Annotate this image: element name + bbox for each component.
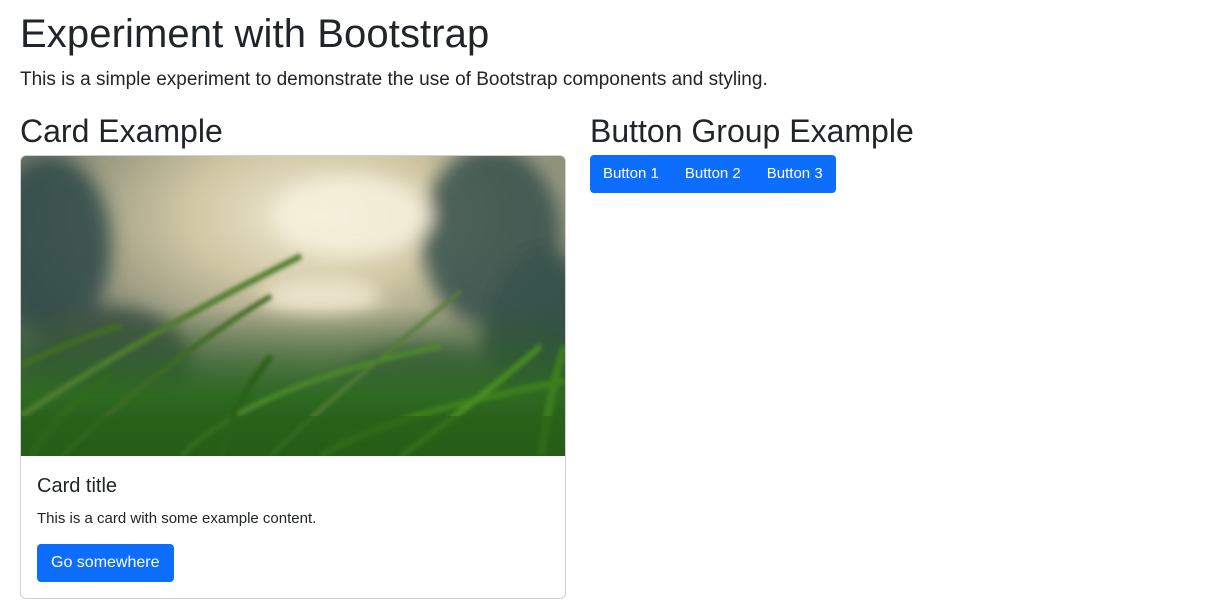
card-text: This is a card with some example content… xyxy=(37,510,317,527)
button-group: Button 1 Button 2 Button 3 xyxy=(590,155,836,193)
card-section-heading: Card Example xyxy=(20,113,223,149)
page-lead: This is a simple experiment to demonstra… xyxy=(20,69,768,90)
button-2[interactable]: Button 2 xyxy=(671,155,754,193)
example-card: Card title This is a card with some exam… xyxy=(20,155,566,599)
button-3[interactable]: Button 3 xyxy=(753,155,836,193)
page: Experiment with Bootstrap This is a simp… xyxy=(0,0,1207,609)
page-title: Experiment with Bootstrap xyxy=(20,12,490,56)
card-title: Card title xyxy=(37,475,118,497)
button-1[interactable]: Button 1 xyxy=(590,155,672,193)
card-image xyxy=(21,156,565,456)
button-section-heading: Button Group Example xyxy=(590,113,914,149)
go-somewhere-button[interactable]: Go somewhere xyxy=(37,544,174,582)
